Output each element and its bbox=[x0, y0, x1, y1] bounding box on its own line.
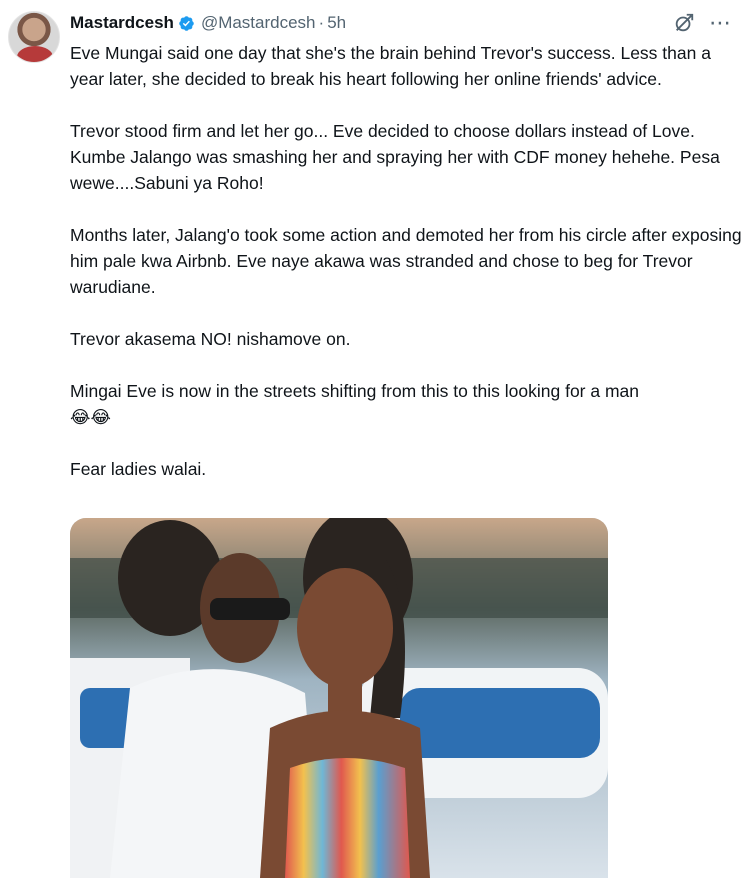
more-options-icon[interactable]: ⋯ bbox=[709, 12, 732, 34]
tweet-paragraph: Mingai Eve is now in the streets shiftin… bbox=[70, 381, 640, 427]
user-handle[interactable]: @Mastardcesh bbox=[201, 13, 316, 33]
tweet-paragraph: Trevor stood firm and let her go... Eve … bbox=[70, 121, 725, 193]
header-actions: ⋯ bbox=[673, 12, 732, 34]
timestamp[interactable]: 5h bbox=[327, 13, 346, 33]
display-name[interactable]: Mastardcesh bbox=[70, 13, 174, 33]
tweet-paragraph: Fear ladies walai. bbox=[70, 459, 207, 479]
photo-illustration bbox=[70, 518, 608, 878]
tweet-photo[interactable] bbox=[70, 518, 608, 878]
separator-dot: · bbox=[318, 13, 325, 32]
tweet-paragraph: Eve Mungai said one day that she's the b… bbox=[70, 43, 716, 89]
tweet-header: Mastardcesh @Mastardcesh · 5h bbox=[70, 10, 726, 36]
author-avatar[interactable] bbox=[8, 11, 60, 63]
verified-badge-icon bbox=[179, 15, 194, 31]
tweet-paragraph: Months later, Jalang'o took some action … bbox=[70, 225, 747, 297]
grok-icon[interactable] bbox=[673, 12, 695, 34]
tweet-text: Eve Mungai said one day that she's the b… bbox=[70, 40, 742, 508]
tweet-paragraph: Trevor akasema NO! nishamove on. bbox=[70, 329, 351, 349]
